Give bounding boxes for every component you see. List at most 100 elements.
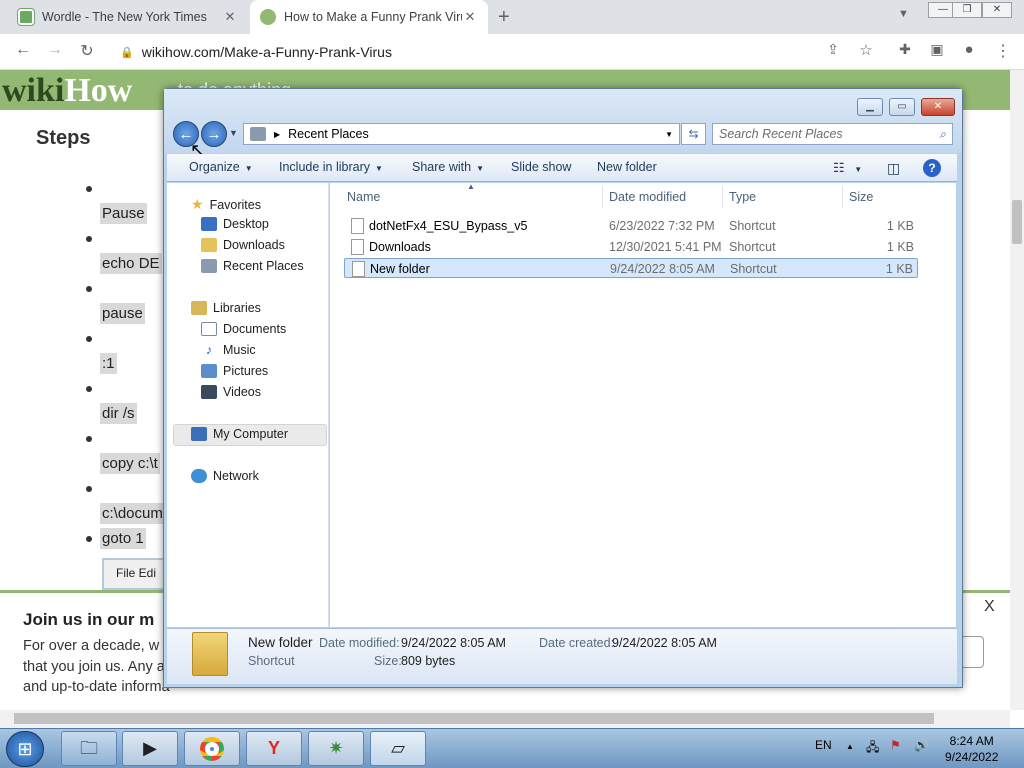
page-scroll-thumb[interactable] (1012, 200, 1022, 244)
new-tab-button[interactable]: + (498, 6, 510, 29)
nav-label: Network (213, 469, 259, 483)
address-dropdown-icon[interactable]: ▼ (665, 130, 673, 139)
code-line: :1 (100, 353, 117, 374)
column-date-modified[interactable]: Date modified (609, 190, 686, 204)
column-divider[interactable] (722, 186, 723, 208)
explorer-address-bar[interactable]: ▶ Recent Places ▼ (243, 123, 680, 145)
details-created-label: Date created: (539, 636, 615, 650)
file-date: 9/24/2022 8:05 AM (610, 262, 715, 276)
nav-libraries[interactable]: Libraries (191, 301, 261, 315)
profile-avatar-icon[interactable]: ● (958, 41, 980, 58)
taskbar-explorer-folder-icon[interactable]: 🗀 (61, 731, 117, 766)
tab-wordle[interactable]: Wordle - The New York Times ✕ (8, 0, 248, 34)
share-with-button[interactable]: Share with ▼ (412, 160, 484, 174)
computer-icon (191, 427, 207, 441)
column-name[interactable]: Name (347, 190, 380, 204)
details-size-value: 809 bytes (401, 654, 456, 668)
tray-expand-icon[interactable]: ▲ (846, 742, 854, 751)
forward-arrow-icon[interactable]: → (44, 41, 66, 59)
preview-pane-icon[interactable]: ◫ (887, 160, 900, 177)
share-icon[interactable]: ⇪ (822, 41, 844, 58)
taskbar-clock[interactable]: 8:24 AM 9/24/2022 (945, 733, 998, 765)
nav-label: My Computer (213, 427, 289, 441)
organize-button[interactable]: Organize ▼ (189, 160, 253, 174)
restore-icon[interactable]: ❐ (952, 2, 982, 18)
tab-search-chevron-icon[interactable]: ▼ (898, 8, 909, 20)
details-size-label: Size: (374, 654, 402, 668)
explorer-maximize-icon[interactable]: ▭ (889, 98, 915, 116)
explorer-minimize-icon[interactable]: ▁ (857, 98, 883, 116)
nav-documents[interactable]: Documents (201, 322, 286, 336)
column-type[interactable]: Type (729, 190, 756, 204)
nav-favorites[interactable]: ★ Favorites (191, 196, 261, 213)
close-tab-icon[interactable]: ✕ (462, 9, 478, 25)
menu-kebab-icon[interactable]: ⋮ (992, 41, 1014, 61)
address-bar[interactable]: 🔒 wikihow.com/Make-a-Funny-Prank-Virus (110, 38, 880, 66)
breadcrumb-arrow-icon[interactable]: ▶ (274, 130, 280, 139)
file-row[interactable]: dotNetFx4_ESU_Bypass_v5 6/23/2022 7:32 P… (344, 216, 918, 236)
file-row[interactable]: Downloads 12/30/2021 5:41 PM Shortcut 1 … (344, 237, 918, 257)
page-vertical-scrollbar[interactable] (1010, 70, 1024, 710)
tab-wikihow[interactable]: How to Make a Funny Prank Virus ✕ (250, 0, 488, 34)
column-divider[interactable] (602, 186, 603, 208)
list-bullet (86, 186, 92, 192)
back-arrow-icon[interactable]: ← (12, 41, 34, 59)
recent-pages-chevron-icon[interactable]: ▼ (229, 128, 238, 138)
nav-videos[interactable]: Videos (201, 385, 261, 399)
side-panel-icon[interactable]: ▣ (926, 41, 948, 58)
reload-icon[interactable]: ↻ (76, 41, 98, 61)
search-icon[interactable]: ⌕ (939, 127, 946, 142)
banner-close-button[interactable]: X (984, 598, 995, 616)
nav-pictures[interactable]: Pictures (201, 364, 268, 378)
tray-network-icon[interactable]: 🖧 (866, 738, 879, 759)
organize-dropdown-icon: ▼ (244, 164, 253, 173)
logo-how: How (64, 72, 133, 109)
explorer-refresh-icon[interactable]: ⇆ (681, 123, 706, 145)
column-size[interactable]: Size (849, 190, 873, 204)
taskbar-chrome-icon[interactable] (184, 731, 240, 766)
language-indicator[interactable]: EN (815, 738, 832, 752)
nav-recent-places[interactable]: Recent Places (201, 259, 304, 273)
nav-label: Documents (223, 322, 287, 336)
list-bullet (86, 236, 92, 242)
notepad-menu: File Edi (116, 566, 157, 580)
column-divider[interactable] (842, 186, 843, 208)
tray-flag-icon[interactable]: ⚑ (890, 738, 901, 752)
close-icon[interactable]: ✕ (982, 2, 1012, 18)
libraries-icon (191, 301, 207, 315)
close-tab-icon[interactable]: ✕ (222, 9, 238, 25)
list-bullet (86, 436, 92, 442)
help-icon[interactable]: ? (923, 159, 941, 177)
extensions-puzzle-icon[interactable]: ✚ (894, 41, 916, 58)
slide-show-button[interactable]: Slide show (511, 160, 571, 174)
details-modified-value: 9/24/2022 8:05 AM (401, 636, 506, 650)
documents-icon (201, 322, 217, 336)
page-hscroll-thumb[interactable] (14, 713, 934, 724)
nav-desktop[interactable]: Desktop (201, 217, 269, 231)
nav-my-computer[interactable]: My Computer (191, 427, 288, 441)
nav-downloads[interactable]: Downloads (201, 238, 285, 252)
new-folder-button[interactable]: New folder (597, 160, 657, 174)
bookmark-star-icon[interactable]: ☆ (855, 41, 877, 59)
file-size: 1 KB (886, 240, 914, 254)
taskbar-media-player-icon[interactable]: ▶ (122, 731, 178, 766)
code-line: dir /s (100, 403, 137, 424)
tray-volume-icon[interactable]: 🔊 (914, 738, 929, 752)
file-row-selected[interactable]: New folder 9/24/2022 8:05 AM Shortcut 1 … (344, 258, 918, 278)
nav-network[interactable]: Network (191, 469, 259, 483)
nav-label: Music (223, 343, 256, 357)
code-line: c:\docum (100, 503, 165, 524)
file-type: Shortcut (729, 219, 776, 233)
lock-icon: 🔒 (120, 46, 134, 59)
taskbar-yandex-icon[interactable]: Y (246, 731, 302, 766)
taskbar-notepad-icon[interactable]: ▱ (370, 731, 426, 766)
tab-title: How to Make a Funny Prank Virus (284, 10, 462, 24)
nav-music[interactable]: ♪ Music (201, 343, 256, 357)
include-in-library-button[interactable]: Include in library ▼ (279, 160, 383, 174)
taskbar-app-icon[interactable]: ✷ (308, 731, 364, 766)
start-button-windows-icon[interactable]: ⊞ (6, 731, 44, 767)
explorer-close-icon[interactable]: ✕ (921, 98, 955, 116)
explorer-search-box[interactable]: Search Recent Places ⌕ (712, 123, 953, 145)
wikihow-logo[interactable]: wikiHow (2, 72, 132, 110)
view-options-icon[interactable]: ☷ ▼ (833, 160, 862, 176)
